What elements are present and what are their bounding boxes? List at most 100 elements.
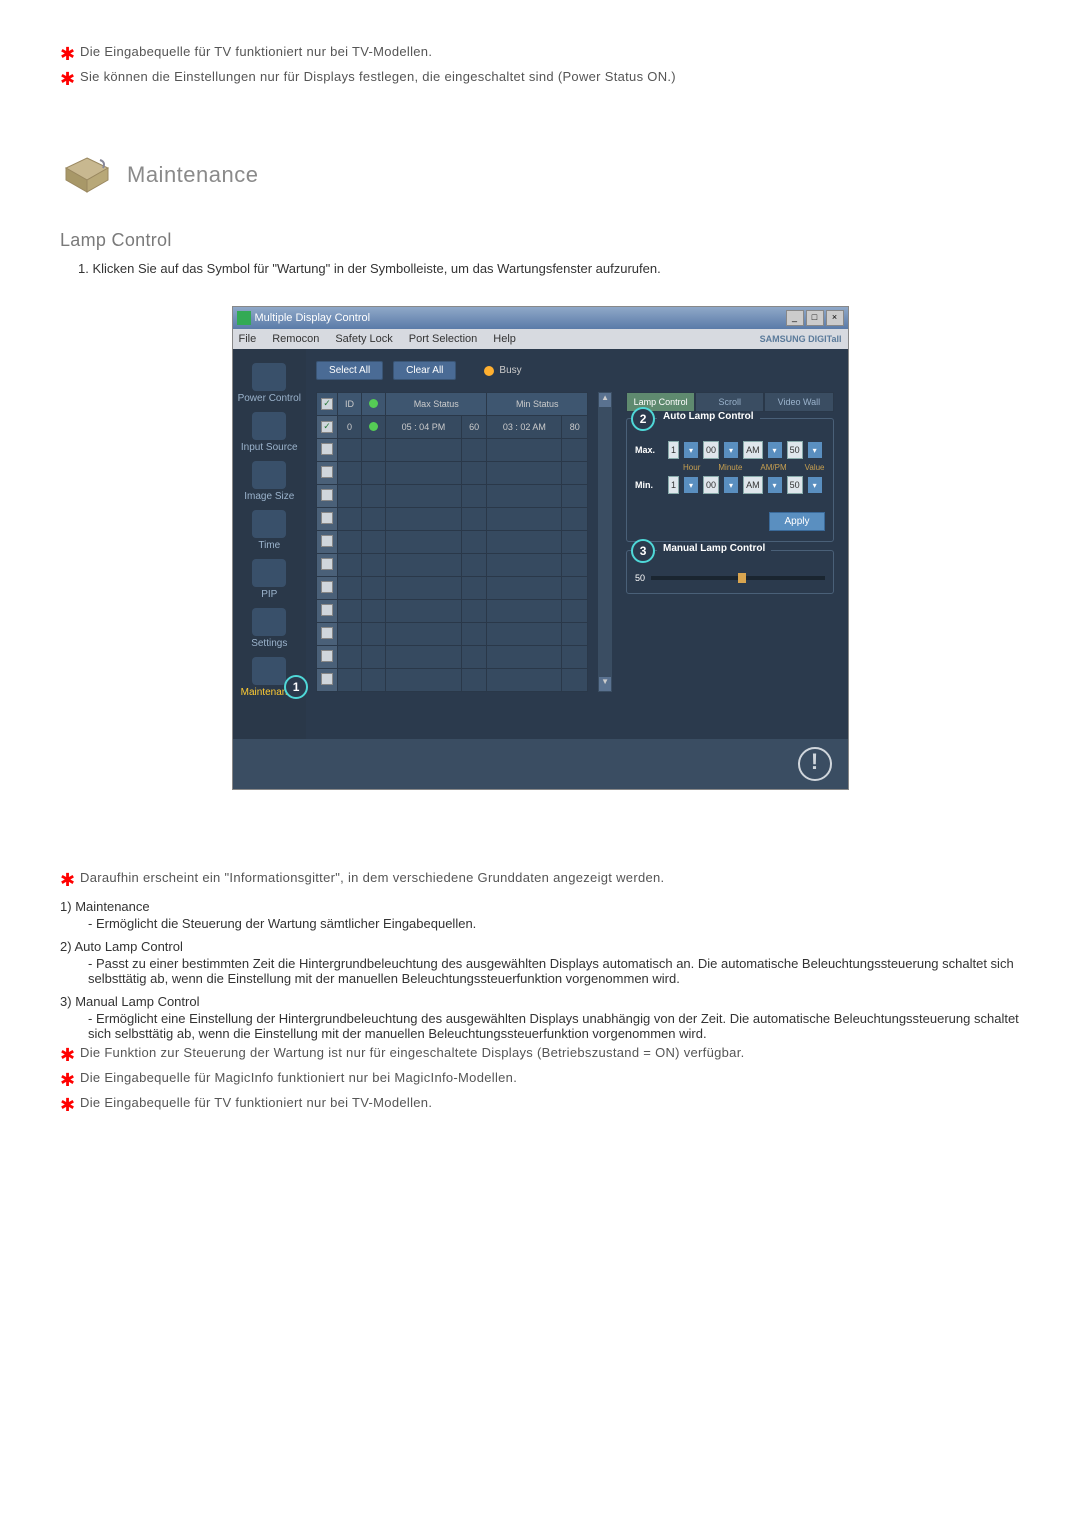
row-checkbox[interactable] bbox=[321, 421, 333, 433]
sidebar-item-power-control[interactable]: Power Control bbox=[238, 363, 301, 404]
auto-lamp-group: 2 Auto Lamp Control Max. 1▾ 00▾ AM▾ 50▾ … bbox=[626, 418, 833, 542]
min-value-select[interactable]: 50 bbox=[787, 476, 803, 494]
pip-icon bbox=[252, 559, 286, 587]
sidebar-item-pip[interactable]: PIP bbox=[252, 559, 286, 600]
chevron-down-icon[interactable]: ▾ bbox=[724, 477, 738, 493]
note-text: Sie können die Einstellungen nur für Dis… bbox=[80, 69, 1020, 90]
intro-text: Klicken Sie auf das Symbol für "Wartung"… bbox=[92, 261, 660, 276]
min-time-row: Min. 1 ▾ 00 ▾ AM ▾ 50 ▾ bbox=[635, 476, 824, 494]
chevron-down-icon[interactable]: ▾ bbox=[724, 442, 738, 458]
sidebar-item-label: Time bbox=[258, 540, 280, 551]
app-icon bbox=[237, 311, 251, 325]
cell-min-time: 03 : 02 AM bbox=[487, 416, 562, 439]
note-line: ✱ Die Funktion zur Steuerung der Wartung… bbox=[60, 1045, 1020, 1066]
sub-hour: Hour bbox=[683, 463, 700, 472]
tab-scroll[interactable]: Scroll bbox=[695, 392, 764, 412]
chevron-down-icon[interactable]: ▾ bbox=[684, 477, 698, 493]
min-minute-select[interactable]: 00 bbox=[703, 476, 719, 494]
main-area: Select All Clear All Busy ID Max Status bbox=[306, 349, 847, 739]
col-id[interactable]: ID bbox=[338, 393, 362, 416]
tab-video-wall[interactable]: Video Wall bbox=[764, 392, 833, 412]
star-icon: ✱ bbox=[60, 1045, 80, 1066]
max-hour-select[interactable]: 1 bbox=[668, 441, 679, 459]
scroll-up-button[interactable]: ▲ bbox=[598, 392, 612, 408]
desc-title: Auto Lamp Control bbox=[74, 939, 182, 954]
top-buttons: Select All Clear All Busy bbox=[316, 361, 837, 380]
scroll-down-button[interactable]: ▼ bbox=[598, 676, 612, 692]
max-ampm-select[interactable]: AM bbox=[743, 441, 763, 459]
cell-max-time: 05 : 04 PM bbox=[386, 416, 462, 439]
table-row bbox=[317, 600, 588, 623]
time-icon bbox=[252, 510, 286, 538]
subsection-title: Lamp Control bbox=[60, 230, 1020, 251]
app-body: Power Control Input Source Image Size Ti… bbox=[233, 349, 848, 739]
auto-lamp-title: Auto Lamp Control bbox=[657, 411, 760, 422]
sidebar-item-time[interactable]: Time bbox=[252, 510, 286, 551]
image-size-icon bbox=[252, 461, 286, 489]
sidebar-item-input-source[interactable]: Input Source bbox=[241, 412, 298, 453]
desc-item-3: 3) Manual Lamp Control - Ermöglicht eine… bbox=[60, 994, 1020, 1041]
star-icon: ✱ bbox=[60, 69, 80, 90]
min-ampm-select[interactable]: AM bbox=[743, 476, 763, 494]
menu-port-selection[interactable]: Port Selection bbox=[409, 333, 477, 345]
scrollbar[interactable]: ▲ ▼ bbox=[598, 392, 612, 692]
sidebar-item-label: Input Source bbox=[241, 442, 298, 453]
content-row: ID Max Status Min Status 0 05 : 04 PM 60… bbox=[316, 392, 837, 692]
note-line: ✱ Daraufhin erscheint ein "Informationsg… bbox=[60, 870, 1020, 891]
chevron-down-icon[interactable]: ▾ bbox=[768, 442, 782, 458]
callout-1: 1 bbox=[284, 675, 308, 699]
maintenance-icon bbox=[252, 657, 286, 685]
table-row bbox=[317, 485, 588, 508]
desc-title: Manual Lamp Control bbox=[75, 994, 199, 1009]
desc-item-1: 1) Maintenance - Ermöglicht die Steuerun… bbox=[60, 899, 1020, 931]
table-row bbox=[317, 439, 588, 462]
scroll-track[interactable] bbox=[598, 408, 612, 676]
select-all-button[interactable]: Select All bbox=[316, 361, 383, 380]
close-button[interactable]: × bbox=[826, 310, 844, 326]
col-status-dot[interactable] bbox=[362, 393, 386, 416]
desc-sub: - Passt zu einer bestimmten Zeit die Hin… bbox=[88, 956, 1020, 986]
table-row[interactable]: 0 05 : 04 PM 60 03 : 02 AM 80 bbox=[317, 416, 588, 439]
table-row bbox=[317, 623, 588, 646]
menu-safety-lock[interactable]: Safety Lock bbox=[335, 333, 392, 345]
chevron-down-icon[interactable]: ▾ bbox=[808, 442, 822, 458]
col-min-status[interactable]: Min Status bbox=[487, 393, 588, 416]
col-max-status[interactable]: Max Status bbox=[386, 393, 487, 416]
star-icon: ✱ bbox=[60, 44, 80, 65]
minimize-button[interactable]: _ bbox=[786, 310, 804, 326]
desc-intro: Daraufhin erscheint ein "Informationsgit… bbox=[80, 870, 1020, 891]
col-check[interactable] bbox=[317, 393, 338, 416]
slider-thumb[interactable] bbox=[738, 573, 746, 583]
max-time-row: Max. 1▾ 00▾ AM▾ 50▾ bbox=[635, 441, 824, 459]
menu-file[interactable]: File bbox=[239, 333, 257, 345]
table-row bbox=[317, 669, 588, 692]
min-label: Min. bbox=[635, 480, 663, 490]
manual-slider[interactable] bbox=[651, 576, 824, 580]
manual-lamp-title: Manual Lamp Control bbox=[657, 543, 771, 554]
sidebar-item-label: Settings bbox=[251, 638, 287, 649]
maximize-button[interactable]: □ bbox=[806, 310, 824, 326]
brand-label: SAMSUNG DIGITall bbox=[760, 334, 842, 344]
desc-num: 1) bbox=[60, 899, 72, 914]
sidebar-item-image-size[interactable]: Image Size bbox=[244, 461, 294, 502]
chevron-down-icon[interactable]: ▾ bbox=[684, 442, 698, 458]
input-icon bbox=[252, 412, 286, 440]
min-hour-select[interactable]: 1 bbox=[668, 476, 679, 494]
max-value-select[interactable]: 50 bbox=[787, 441, 803, 459]
clear-all-button[interactable]: Clear All bbox=[393, 361, 456, 380]
apply-button[interactable]: Apply bbox=[769, 512, 824, 531]
sub-labels: Hour Minute AM/PM Value bbox=[683, 463, 824, 472]
chevron-down-icon[interactable]: ▾ bbox=[808, 477, 822, 493]
menubar: File Remocon Safety Lock Port Selection … bbox=[233, 329, 848, 349]
max-minute-select[interactable]: 00 bbox=[703, 441, 719, 459]
window-title: Multiple Display Control bbox=[255, 312, 786, 324]
menu-help[interactable]: Help bbox=[493, 333, 516, 345]
menu-remocon[interactable]: Remocon bbox=[272, 333, 319, 345]
sidebar-item-label: Power Control bbox=[238, 393, 301, 404]
desc-sub: - Ermöglicht eine Einstellung der Hinter… bbox=[88, 1011, 1020, 1041]
star-icon: ✱ bbox=[60, 870, 80, 891]
manual-slider-row: 50 bbox=[635, 573, 824, 583]
sidebar-item-settings[interactable]: Settings bbox=[251, 608, 287, 649]
chevron-down-icon[interactable]: ▾ bbox=[768, 477, 782, 493]
titlebar[interactable]: Multiple Display Control _ □ × bbox=[233, 307, 848, 329]
